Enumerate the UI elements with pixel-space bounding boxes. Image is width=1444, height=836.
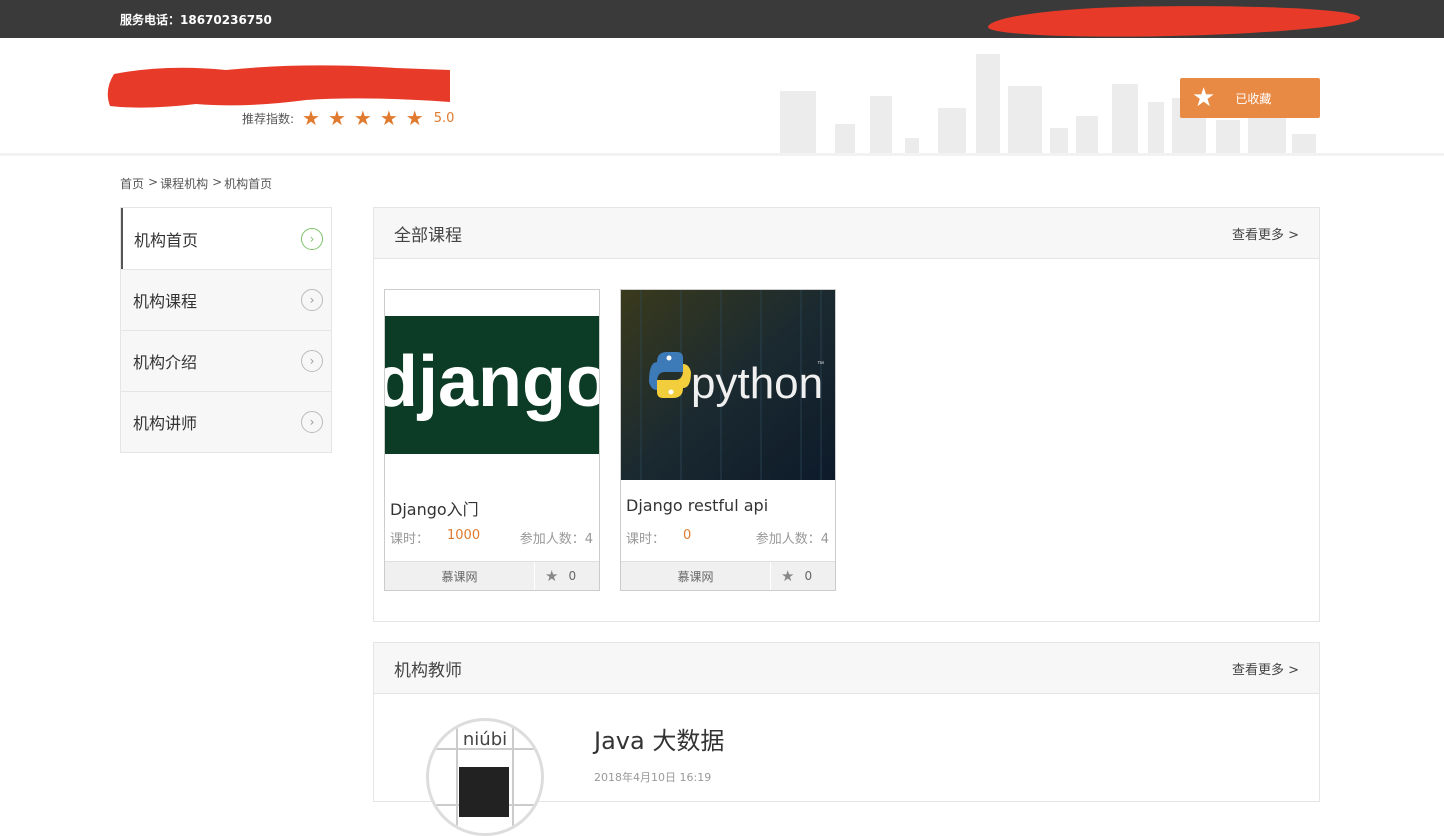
sidebar-item-label: 机构首页 bbox=[134, 230, 199, 250]
course-org: 慕课网 bbox=[385, 562, 535, 590]
course-fav[interactable]: ★ 0 bbox=[771, 562, 835, 590]
star-icon: ★ bbox=[353, 106, 372, 130]
sidebar-item-intro[interactable]: 机构介绍 › bbox=[121, 330, 331, 391]
thumb-trademark: ™ bbox=[817, 361, 824, 368]
chevron-right-icon: › bbox=[301, 350, 323, 372]
hours-label: 课时： bbox=[626, 532, 666, 547]
teacher-date: 2018年4月10日 16:19 bbox=[594, 771, 712, 784]
star-icon: ★ bbox=[327, 106, 346, 130]
view-more-link[interactable]: 查看更多 > bbox=[1232, 224, 1299, 243]
django-logo-image: django bbox=[385, 290, 599, 480]
org-name-redaction bbox=[107, 65, 450, 108]
course-list: django Django入门 课时： 1000 参加人数：4 慕课网 ★ 0 bbox=[384, 289, 856, 591]
participants: 参加人数：4 bbox=[755, 532, 829, 547]
star-icon: ★ bbox=[781, 567, 795, 585]
course-name[interactable]: Django restful api bbox=[626, 496, 768, 515]
course-thumbnail[interactable]: django bbox=[385, 290, 599, 480]
rating: 推荐指数: ★ ★ ★ ★ ★ 5.0 bbox=[242, 108, 454, 128]
breadcrumb-home[interactable]: 首页 bbox=[120, 175, 144, 192]
star-icon: ★ bbox=[379, 106, 398, 130]
avatar-text: niúbi bbox=[463, 729, 507, 750]
fav-count: 0 bbox=[568, 569, 577, 583]
panel-header: 机构教师 查看更多 > bbox=[374, 643, 1319, 694]
thumb-text: django bbox=[385, 342, 599, 422]
sidebar-item-courses[interactable]: 机构课程 › bbox=[121, 269, 331, 330]
course-card[interactable]: python ™ Django restful api 课时： 0 参加人数：4… bbox=[620, 289, 836, 591]
sidebar-item-label: 机构课程 bbox=[133, 292, 198, 311]
chevron-right-icon: › bbox=[301, 411, 323, 433]
sidebar-item-label: 机构介绍 bbox=[133, 353, 198, 372]
breadcrumb-current: 机构首页 bbox=[224, 177, 273, 191]
service-phone: 服务电话：18670236750 bbox=[120, 13, 272, 27]
sidebar-item-label: 机构讲师 bbox=[133, 414, 198, 433]
teacher-name[interactable]: Java 大数据 bbox=[594, 721, 724, 756]
python-logo-image: python ™ bbox=[621, 290, 835, 480]
chevron-right-icon: › bbox=[301, 227, 323, 250]
breadcrumb-orgs[interactable]: 课程机构 bbox=[160, 175, 208, 192]
breadcrumb-separator: > bbox=[212, 175, 223, 189]
panel-title: 全部课程 bbox=[394, 225, 462, 246]
view-more-link[interactable]: 查看更多 > bbox=[1232, 659, 1299, 678]
sidebar-item-teachers[interactable]: 机构讲师 › bbox=[121, 391, 331, 452]
course-name[interactable]: Django入门 bbox=[390, 496, 479, 520]
participants: 参加人数：4 bbox=[519, 532, 593, 547]
panel-title: 机构教师 bbox=[394, 660, 462, 681]
star-icon: ★ bbox=[1192, 83, 1216, 113]
rating-score: 5.0 bbox=[433, 110, 455, 126]
hours-value: 0 bbox=[683, 528, 692, 543]
org-header: 推荐指数: ★ ★ ★ ★ ★ 5.0 ★ 已收藏 bbox=[0, 38, 1444, 156]
user-area-redaction bbox=[987, 2, 1361, 40]
rating-label: 推荐指数: bbox=[242, 111, 295, 126]
all-courses-panel: 全部课程 查看更多 > django Django入门 课时： 1000 参加人… bbox=[373, 207, 1320, 622]
breadcrumb: 首页 > 课程机构 > 机构首页 bbox=[120, 175, 274, 192]
hours-value: 1000 bbox=[447, 528, 481, 543]
avatar-image: niúbi bbox=[429, 721, 541, 833]
breadcrumb-separator: > bbox=[148, 175, 159, 189]
course-meta: 课时： 1000 参加人数：4 bbox=[390, 528, 593, 547]
favorite-button[interactable]: ★ 已收藏 bbox=[1180, 78, 1320, 118]
course-meta: 课时： 0 参加人数：4 bbox=[626, 528, 829, 547]
teacher-avatar[interactable]: niúbi bbox=[426, 718, 544, 836]
panel-header: 全部课程 查看更多 > bbox=[374, 208, 1319, 259]
hours-label: 课时： bbox=[390, 532, 430, 547]
teachers-panel: 机构教师 查看更多 > niúbi Java 大数据 2018年4月10日 16… bbox=[373, 642, 1320, 836]
star-icon: ★ bbox=[545, 567, 559, 585]
course-fav[interactable]: ★ 0 bbox=[535, 562, 599, 590]
course-footer: 慕课网 ★ 0 bbox=[621, 561, 835, 590]
star-icon: ★ bbox=[302, 106, 320, 130]
sidebar-item-home[interactable]: 机构首页 › bbox=[121, 208, 331, 269]
fav-count: 0 bbox=[804, 569, 813, 583]
top-bar: 服务电话：18670236750 bbox=[0, 0, 1444, 40]
course-thumbnail[interactable]: python ™ bbox=[621, 290, 835, 480]
org-sidebar: 机构首页 › 机构课程 › 机构介绍 › 机构讲师 › bbox=[120, 207, 332, 453]
course-card[interactable]: django Django入门 课时： 1000 参加人数：4 慕课网 ★ 0 bbox=[384, 289, 600, 591]
course-org: 慕课网 bbox=[621, 562, 771, 590]
star-icon: ★ bbox=[405, 106, 424, 130]
course-footer: 慕课网 ★ 0 bbox=[385, 561, 599, 590]
chevron-right-icon: › bbox=[301, 289, 323, 311]
thumb-text: python bbox=[691, 359, 823, 408]
favorite-label: 已收藏 bbox=[1235, 91, 1272, 106]
